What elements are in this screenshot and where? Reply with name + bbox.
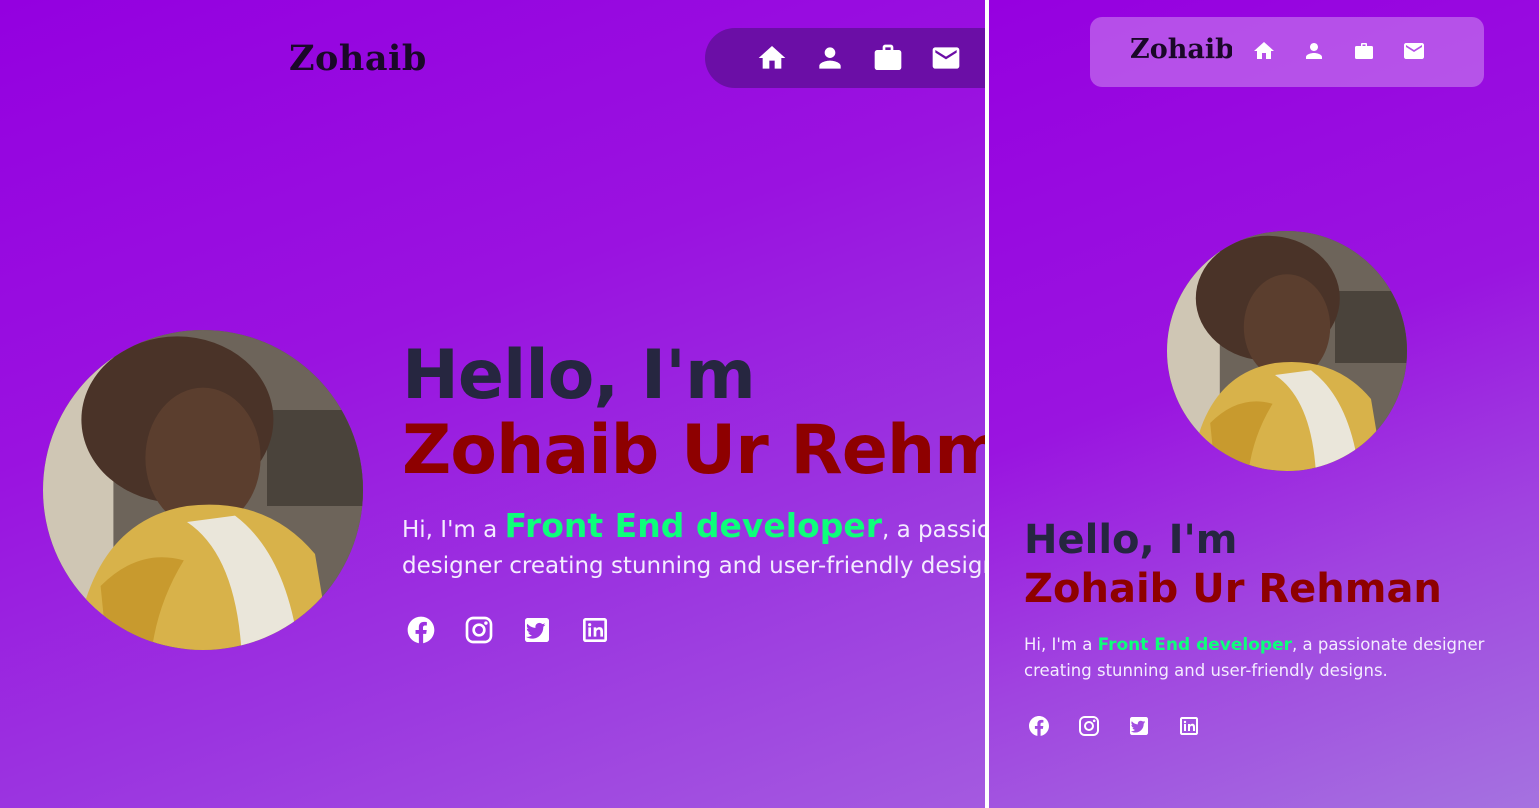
linkedin-icon <box>583 618 607 642</box>
linkedin-link[interactable] <box>1177 713 1201 739</box>
twitter-link[interactable] <box>521 613 553 647</box>
social-links <box>405 613 611 647</box>
nav-home-link[interactable] <box>755 41 789 75</box>
facebook-icon <box>407 616 435 644</box>
mail-icon <box>932 47 960 69</box>
hero-name: Zohaib Ur Rehman <box>402 411 985 490</box>
profile-photo <box>43 330 363 650</box>
profile-avatar-mobile <box>1167 231 1407 471</box>
hero-role-mobile: Front End developer <box>1097 635 1292 655</box>
instagram-link[interactable] <box>463 613 495 647</box>
mobile-nav-home-link[interactable] <box>1252 39 1276 63</box>
intro-prefix: Hi, I'm a <box>402 517 505 543</box>
intro-prefix: Hi, I'm a <box>1024 635 1098 654</box>
twitter-icon <box>1130 717 1148 735</box>
hero-role: Front End developer <box>504 506 882 545</box>
mobile-nav-about-link[interactable] <box>1302 39 1326 63</box>
user-icon <box>819 47 841 69</box>
profile-avatar <box>43 330 363 650</box>
site-logo[interactable]: Zohaib <box>289 38 427 79</box>
facebook-link[interactable] <box>1027 713 1051 739</box>
briefcase-icon <box>874 44 902 70</box>
facebook-link[interactable] <box>405 613 437 647</box>
mobile-view: Zohaib Hello, I'm Zohaib Ur Rehman Hi, I… <box>989 0 1539 808</box>
nav-contact-link[interactable] <box>929 41 963 75</box>
instagram-icon <box>465 616 493 644</box>
desktop-view: Zohaib Hello, I'm Zohaib Ur Rehman Hi, I… <box>0 0 985 808</box>
site-logo-mobile[interactable]: Zohaib <box>1130 34 1232 65</box>
nav-about-link[interactable] <box>813 41 847 75</box>
mobile-nav-portfolio-link[interactable] <box>1352 39 1376 63</box>
home-icon <box>758 46 786 69</box>
facebook-icon <box>1029 716 1049 736</box>
hero-greeting: Hello, I'm <box>402 336 756 415</box>
mobile-nav-bar: Zohaib <box>1090 17 1484 87</box>
user-icon <box>1306 43 1322 59</box>
hero-intro: Hi, I'm a Front End developer, a passion… <box>402 508 985 584</box>
profile-photo <box>1167 231 1407 471</box>
linkedin-link[interactable] <box>579 613 611 647</box>
hero-greeting-mobile: Hello, I'm <box>1024 517 1238 563</box>
hero-name-mobile: Zohaib Ur Rehman <box>1024 566 1442 612</box>
mail-icon <box>1404 43 1424 59</box>
instagram-icon <box>1079 716 1099 736</box>
nav-portfolio-link[interactable] <box>871 41 905 75</box>
twitter-link[interactable] <box>1127 713 1151 739</box>
social-links-mobile <box>1027 713 1201 739</box>
briefcase-icon <box>1355 43 1373 59</box>
mobile-nav-contact-link[interactable] <box>1402 39 1426 63</box>
nav-bar <box>705 28 985 88</box>
mobile-nav-icons <box>1252 39 1426 63</box>
instagram-link[interactable] <box>1077 713 1101 739</box>
home-icon <box>1254 42 1274 59</box>
linkedin-icon <box>1180 717 1198 735</box>
twitter-icon <box>525 618 549 642</box>
hero-intro-mobile: Hi, I'm a Front End developer, a passion… <box>1024 632 1524 683</box>
